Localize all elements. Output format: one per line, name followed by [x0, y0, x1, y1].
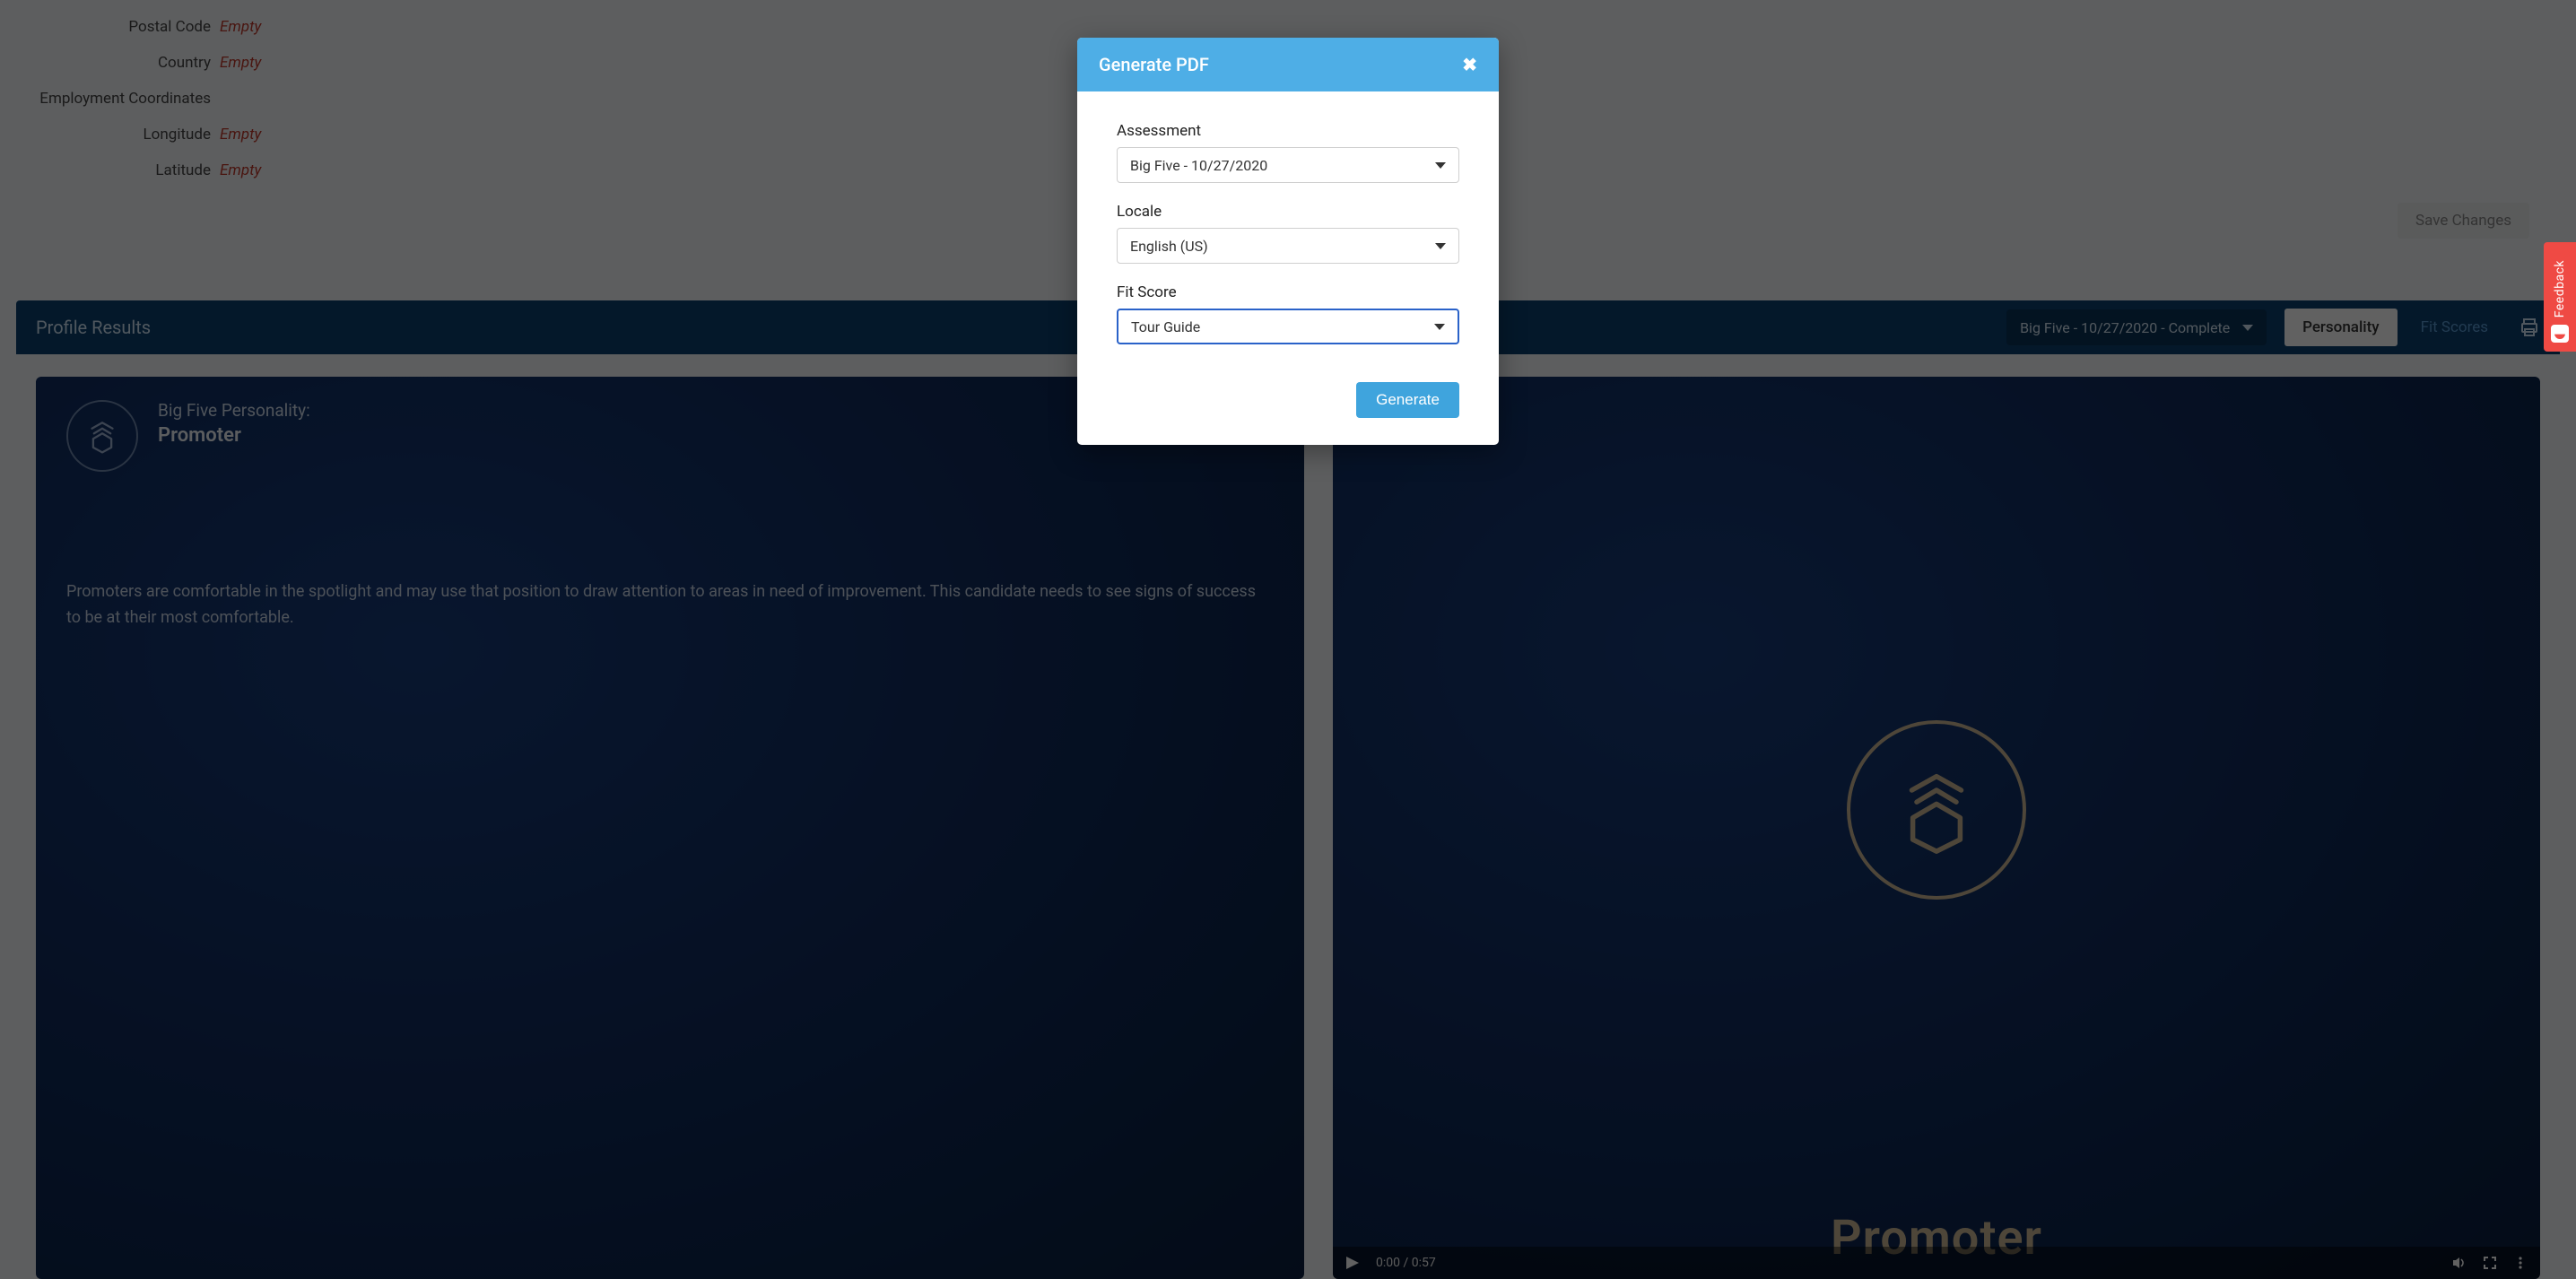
feedback-smile-icon [2551, 325, 2569, 343]
feedback-label: Feedback [2553, 260, 2567, 318]
label-assessment: Assessment [1117, 122, 1459, 140]
modal-title: Generate PDF [1099, 54, 1209, 75]
chevron-down-icon [1435, 243, 1446, 249]
chevron-down-icon [1434, 324, 1445, 330]
field-assessment: Assessment Big Five - 10/27/2020 [1117, 122, 1459, 183]
label-fit-score: Fit Score [1117, 283, 1459, 301]
generate-pdf-modal: Generate PDF ✖ Assessment Big Five - 10/… [1077, 38, 1499, 445]
chevron-down-icon [1435, 162, 1446, 169]
select-fit-score[interactable]: Tour Guide [1117, 309, 1459, 344]
label-locale: Locale [1117, 203, 1459, 221]
select-assessment-value: Big Five - 10/27/2020 [1130, 157, 1267, 174]
close-icon[interactable]: ✖ [1462, 54, 1477, 75]
feedback-tab[interactable]: Feedback [2544, 242, 2576, 352]
field-fit-score: Fit Score Tour Guide [1117, 283, 1459, 344]
field-locale: Locale English (US) [1117, 203, 1459, 264]
select-assessment[interactable]: Big Five - 10/27/2020 [1117, 147, 1459, 183]
modal-header: Generate PDF ✖ [1077, 38, 1499, 91]
select-locale[interactable]: English (US) [1117, 228, 1459, 264]
select-fit-score-value: Tour Guide [1131, 318, 1200, 335]
generate-button[interactable]: Generate [1356, 382, 1459, 418]
select-locale-value: English (US) [1130, 238, 1208, 255]
